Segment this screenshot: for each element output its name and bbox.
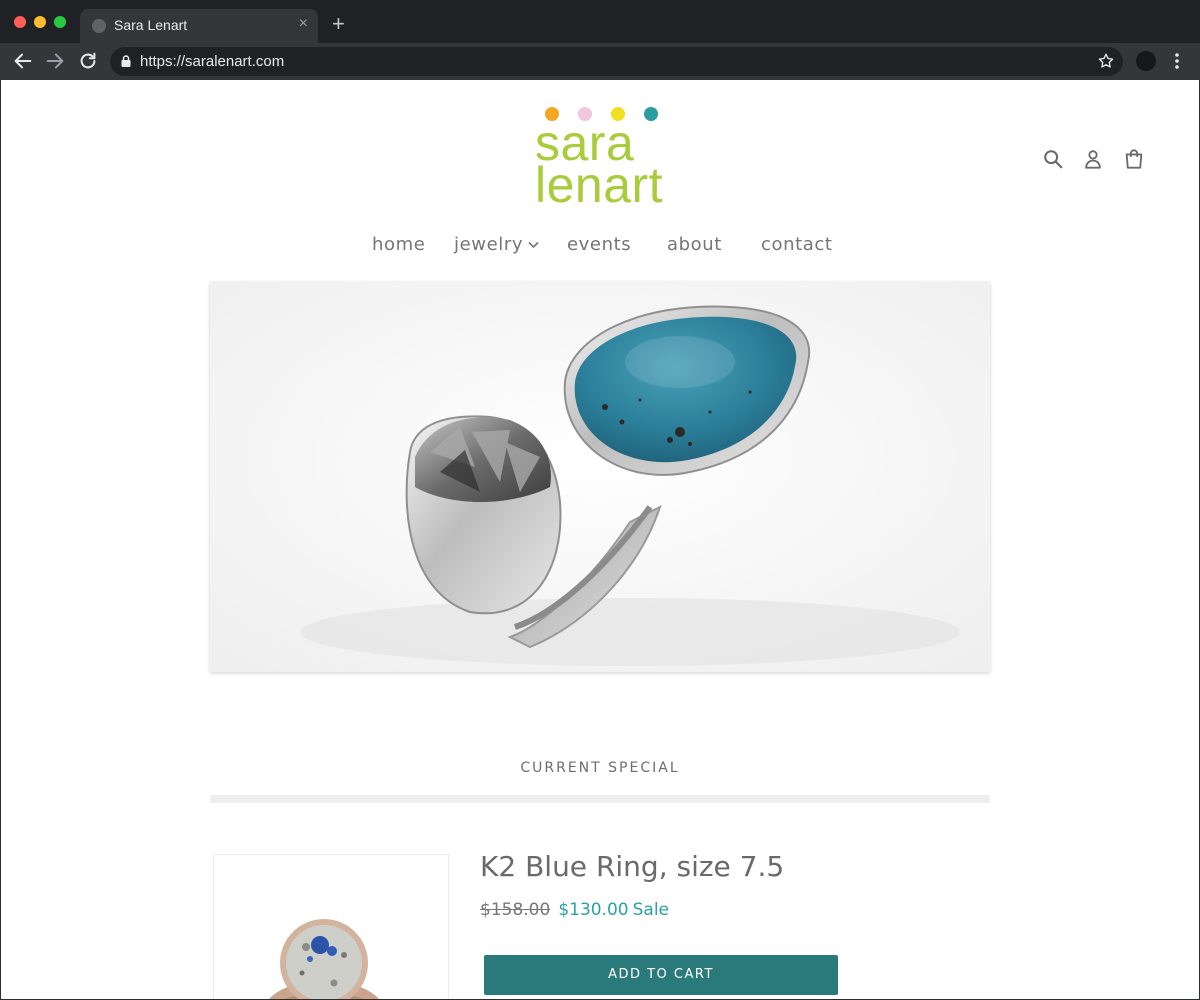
- product-image[interactable]: [213, 854, 449, 999]
- minimize-window-button[interactable]: [34, 16, 46, 28]
- chevron-down-icon: [528, 241, 539, 249]
- lock-icon: [121, 55, 131, 67]
- nav-item-events[interactable]: events: [567, 234, 631, 255]
- globe-icon: [92, 19, 106, 33]
- main-navigation: home jewelry events about contact: [1, 234, 1199, 264]
- web-page: sara lenart home jewelry events about co…: [1, 80, 1199, 999]
- reload-icon[interactable]: [77, 50, 99, 72]
- logo-text-line2: lenart: [535, 157, 664, 213]
- profile-avatar[interactable]: [1136, 51, 1156, 71]
- back-arrow-icon[interactable]: [12, 50, 34, 72]
- url-text: https://saralenart.com: [140, 53, 285, 70]
- more-options-icon[interactable]: [1172, 51, 1182, 71]
- section-divider: [210, 795, 990, 803]
- bookmark-star-icon[interactable]: [1097, 52, 1115, 70]
- sale-badge: Sale: [632, 900, 670, 920]
- forward-arrow-icon[interactable]: [44, 50, 66, 72]
- original-price: $158.00: [480, 900, 551, 920]
- ring-photo: [210, 282, 990, 672]
- nav-item-home[interactable]: home: [372, 234, 425, 255]
- tab-close-icon[interactable]: ×: [299, 15, 308, 33]
- hero-image: [210, 282, 990, 672]
- price-row: $158.00 $130.00 Sale: [480, 900, 669, 920]
- new-tab-button[interactable]: +: [332, 13, 345, 35]
- tab-title: Sara Lenart: [114, 17, 188, 33]
- cart-icon[interactable]: [1123, 148, 1145, 170]
- section-title: CURRENT SPECIAL: [520, 760, 680, 776]
- nav-item-contact[interactable]: contact: [761, 234, 833, 255]
- browser-chrome: Sara Lenart × + https://saralenart.com: [0, 0, 1200, 80]
- close-window-button[interactable]: [14, 16, 26, 28]
- add-to-cart-button[interactable]: ADD TO CART: [484, 955, 838, 995]
- logo-dot-teal: [644, 107, 658, 121]
- maximize-window-button[interactable]: [54, 16, 66, 28]
- nav-item-jewelry[interactable]: jewelry: [454, 234, 539, 255]
- address-bar[interactable]: https://saralenart.com: [110, 47, 1123, 76]
- k2-ring-photo: [269, 919, 379, 999]
- product-title[interactable]: K2 Blue Ring, size 7.5: [480, 850, 784, 883]
- sale-price: $130.00: [558, 900, 629, 920]
- account-icon[interactable]: [1082, 148, 1104, 170]
- search-icon[interactable]: [1042, 148, 1064, 170]
- browser-tab[interactable]: Sara Lenart ×: [80, 9, 318, 43]
- nav-item-jewelry-label: jewelry: [454, 234, 524, 255]
- browser-toolbar: https://saralenart.com: [0, 43, 1200, 80]
- nav-item-about[interactable]: about: [667, 234, 722, 255]
- site-logo[interactable]: sara lenart: [531, 104, 671, 214]
